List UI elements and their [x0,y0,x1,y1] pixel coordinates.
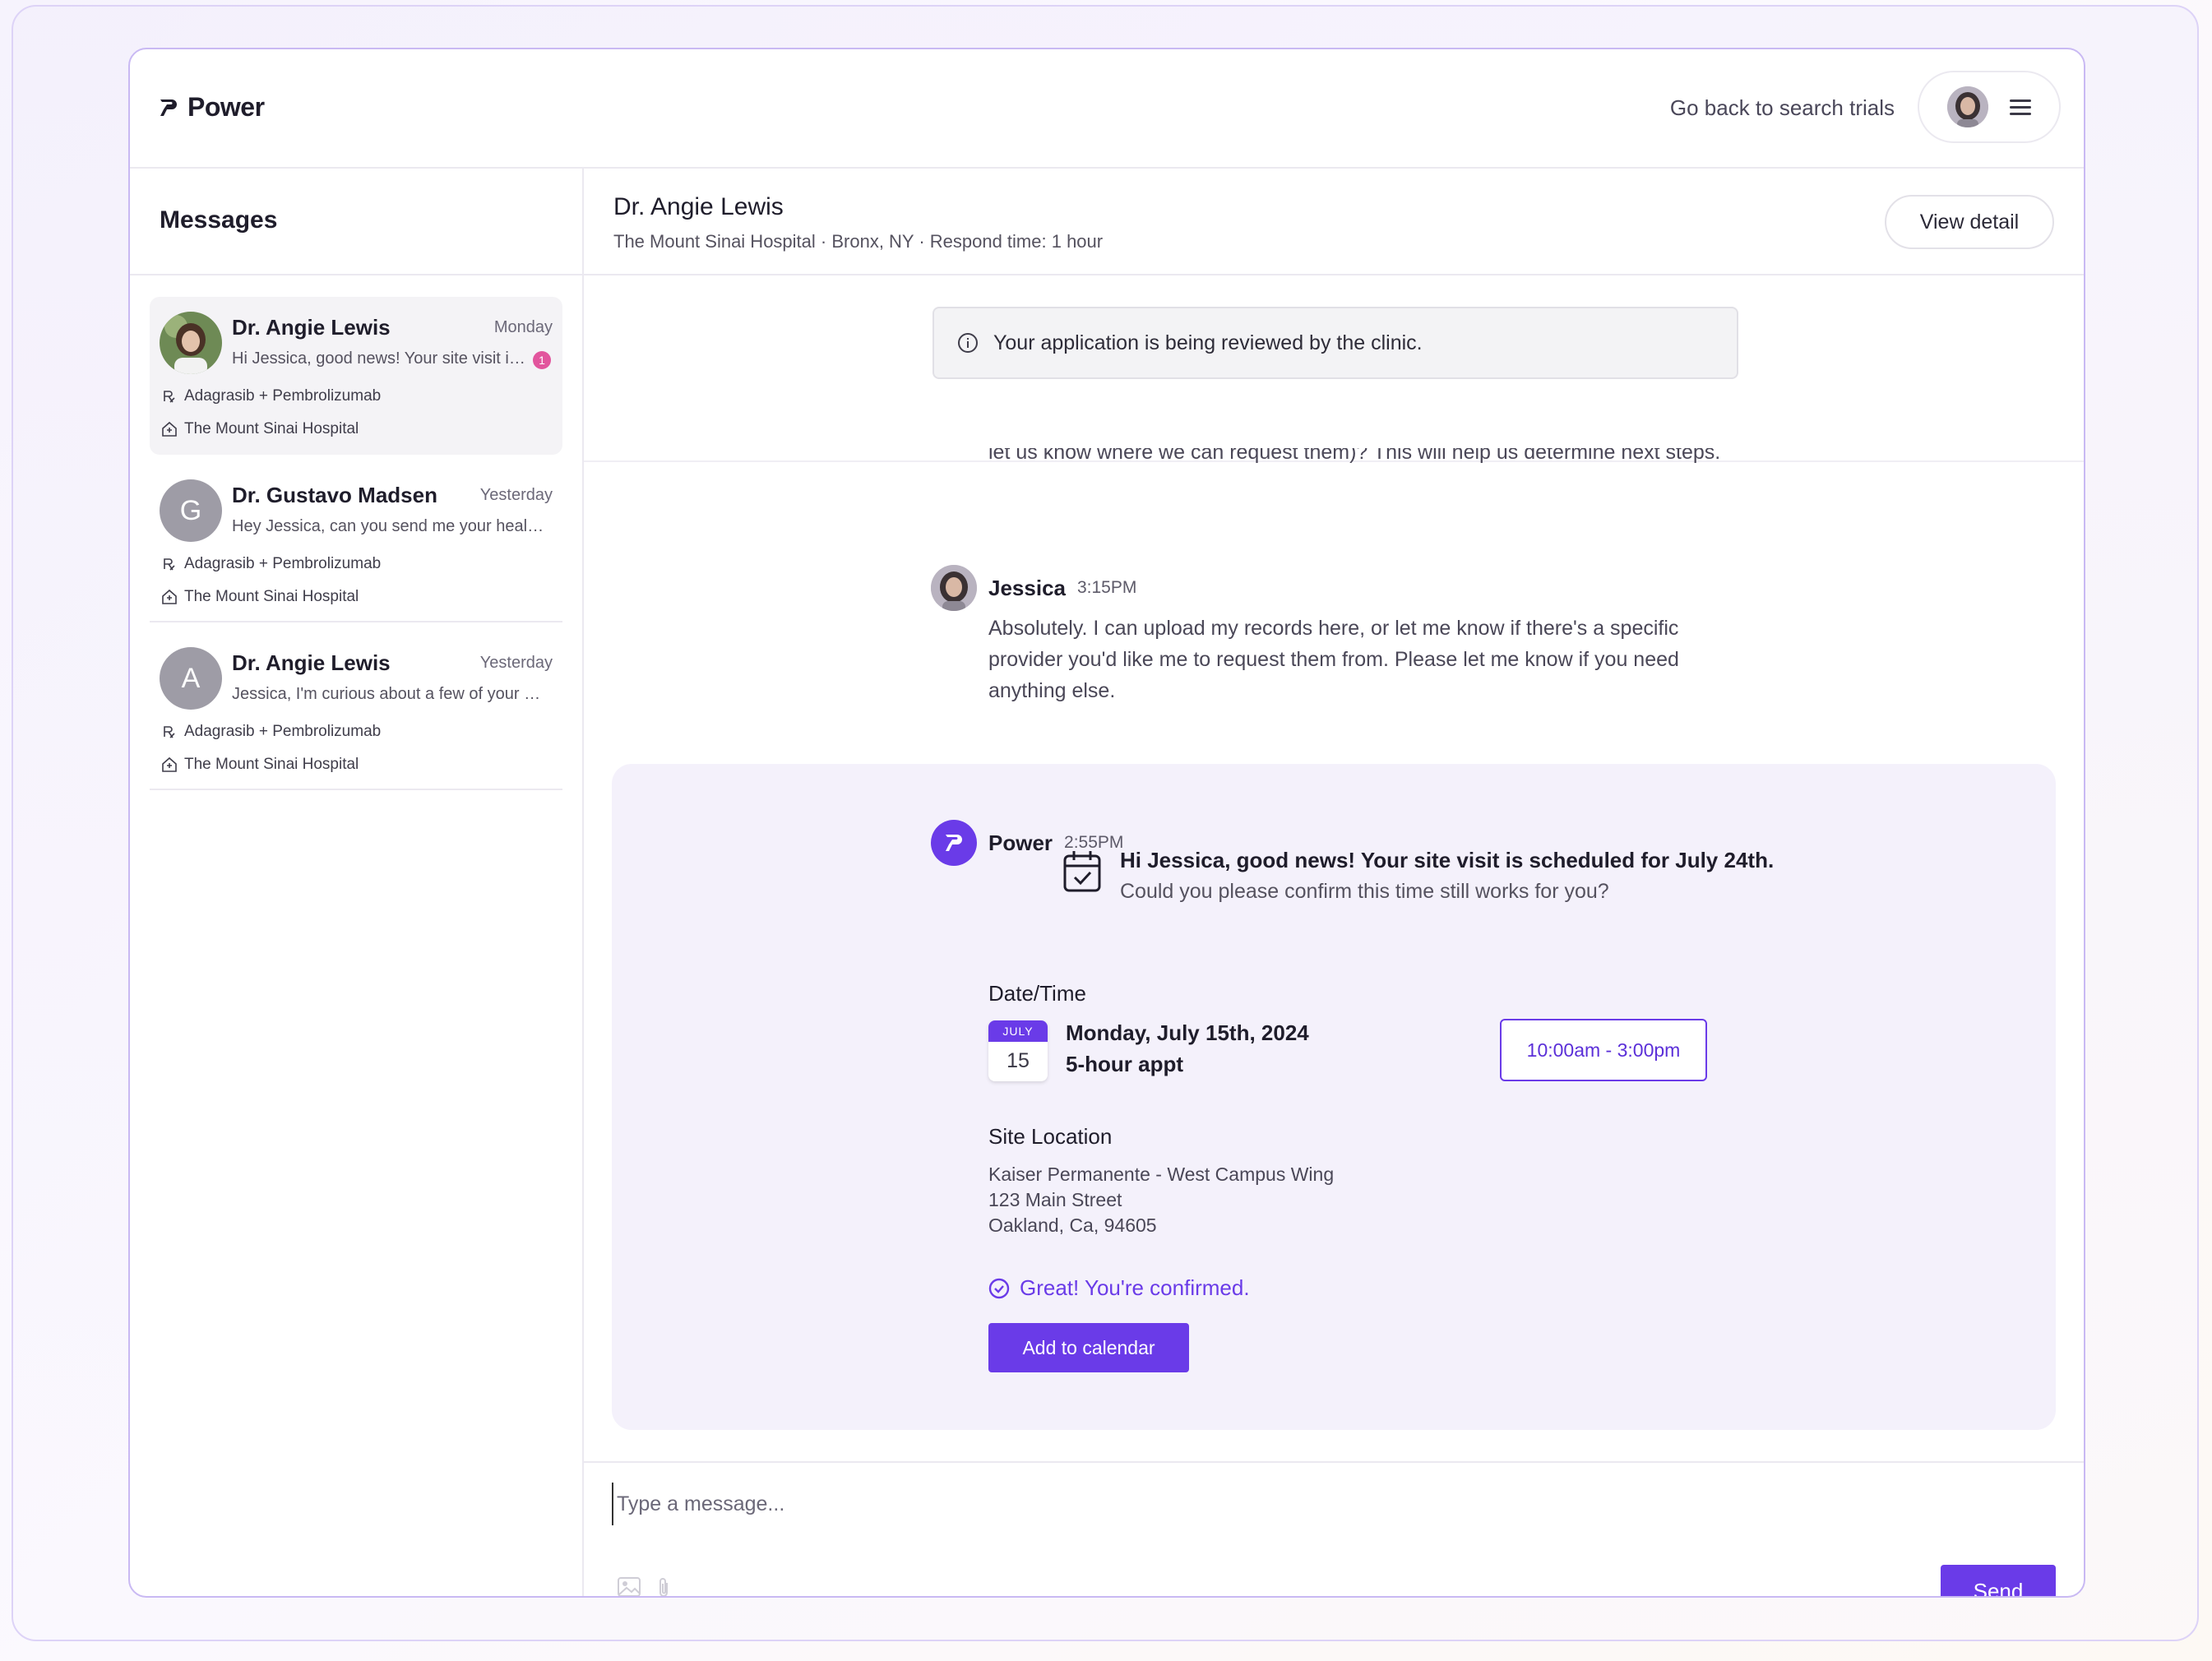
date-badge: JULY 15 [988,1020,1048,1081]
power-logo-icon [160,99,177,116]
view-detail-button[interactable]: View detail [1885,195,2054,249]
review-status-text: Your application is being reviewed by th… [993,331,1423,354]
chat-panel: Dr. Angie Lewis The Mount Sinai Hospital… [584,169,2084,1598]
message-time: 3:15PM [1076,578,1137,597]
notice-subtitle: Could you please confirm this time still… [1120,880,1609,903]
pill-icon [164,391,175,403]
conversation-preview: Hi Jessica, good news! Your site visit i… [232,349,528,368]
appointment-duration: 5-hour appt [1066,1052,1183,1076]
address-line: Kaiser Permanente - West Campus Wing [988,1164,1335,1185]
message-input[interactable] [612,1483,1770,1525]
site-location-label: Site Location [988,1124,1113,1149]
logo[interactable]: Power [158,92,265,123]
send-button[interactable]: Send [1941,1565,2056,1596]
chat-contact-name: Dr. Angie Lewis [613,193,784,220]
review-status-banner: Your application is being reviewed by th… [932,307,1738,379]
message-author: Power [988,830,1053,855]
logo-text: Power [187,92,265,122]
menu-icon [2010,99,2031,115]
appointment-date: Monday, July 15th, 2024 [1066,1020,1309,1045]
message-author: Jessica [988,575,1066,600]
power-logo-icon [946,835,962,851]
time-slot-button[interactable]: 10:00am - 3:00pm [1500,1019,1707,1081]
conversation-name: Dr. Gustavo Madsen [232,483,437,507]
avatar [160,312,222,374]
conversation-name: Dr. Angie Lewis [232,315,391,340]
treatment-row: Adagrasib + Pembrolizumab [161,555,381,573]
hospital-icon [162,756,177,772]
paperclip-icon[interactable] [656,1576,671,1598]
treatment-text: Adagrasib + Pembrolizumab [184,723,382,740]
calendar-check-icon [1063,851,1101,892]
hospital-icon [162,589,177,604]
hospital-text: The Mount Sinai Hospital [184,588,359,605]
address-line: Oakland, Ca, 94605 [988,1215,1157,1236]
treatment-row: Adagrasib + Pembrolizumab [161,723,381,741]
hospital-text: The Mount Sinai Hospital [184,420,359,437]
user-avatar [1947,86,1988,127]
pill-icon [164,726,175,738]
add-to-calendar-button[interactable]: Add to calendar [988,1323,1189,1372]
message-header: Jessica 3:15PM [931,565,1136,611]
treatment-text: Adagrasib + Pembrolizumab [184,555,382,572]
notice-title: Hi Jessica, good news! Your site visit i… [1120,848,1775,872]
avatar: A [160,647,222,710]
conversation-preview: Hey Jessica, can you send me your health… [232,517,544,535]
power-avatar [931,820,977,866]
conversation-item[interactable]: G Dr. Gustavo Madsen Yesterday Hey Jessi… [150,465,562,622]
messages-title: Messages [160,206,278,234]
chat-contact-subtitle: The Mount Sinai Hospital · Bronx, NY · R… [613,231,1104,252]
visit-notice: Hi Jessica, good news! Your site visit i… [1063,844,1775,907]
hospital-row: The Mount Sinai Hospital [161,756,359,774]
treatment-text: Adagrasib + Pembrolizumab [184,387,382,405]
message-text: Absolutely. I can upload my records here… [988,617,1679,702]
conversation-date: Yesterday [479,654,553,672]
treatment-row: Adagrasib + Pembrolizumab [161,387,381,405]
avatar: G [160,479,222,542]
hospital-icon [162,421,177,437]
message-text: let us know where we can request them)? … [988,441,1721,464]
conversation-name: Dr. Angie Lewis [232,650,391,675]
user-menu[interactable] [1918,71,2061,143]
hospital-row: The Mount Sinai Hospital [161,420,359,438]
info-icon [958,333,978,353]
unread-badge: 1 [533,351,551,369]
conversation-date: Yesterday [479,486,553,504]
hospital-row: The Mount Sinai Hospital [161,588,359,606]
app-window: Power Go back to search trials Messages [128,48,2085,1598]
conversation-item[interactable]: A Dr. Angie Lewis Yesterday Jessica, I'm… [150,632,562,790]
jessica-avatar [931,565,977,611]
check-circle-icon [988,1278,1010,1298]
confirmation-status: Great! You're confirmed. [988,1275,1250,1301]
pill-icon [164,558,175,571]
messages-header: Messages [130,169,582,275]
hospital-text: The Mount Sinai Hospital [184,756,359,773]
conversation-date: Monday [493,318,553,336]
back-to-search-link[interactable]: Go back to search trials [1670,95,1895,121]
image-icon[interactable] [617,1576,641,1598]
date-badge-day: 15 [1007,1049,1030,1072]
address-line: 123 Main Street [988,1189,1122,1210]
chat-header: Dr. Angie Lewis The Mount Sinai Hospital… [584,169,2084,275]
confirmation-text: Great! You're confirmed. [1020,1275,1250,1300]
message-composer: Send [584,1461,2084,1598]
conversation-item[interactable]: Dr. Angie Lewis Monday Hi Jessica, good … [150,297,562,455]
conversation-preview: Jessica, I'm curious about a few of your… [232,685,549,703]
messages-sidebar: Messages Dr. Angie Lewis Monday Hi Jessi… [130,169,584,1596]
date-badge-month: JULY [988,1020,1048,1042]
datetime-label: Date/Time [988,981,1086,1006]
top-bar: Power Go back to search trials [130,49,2084,169]
